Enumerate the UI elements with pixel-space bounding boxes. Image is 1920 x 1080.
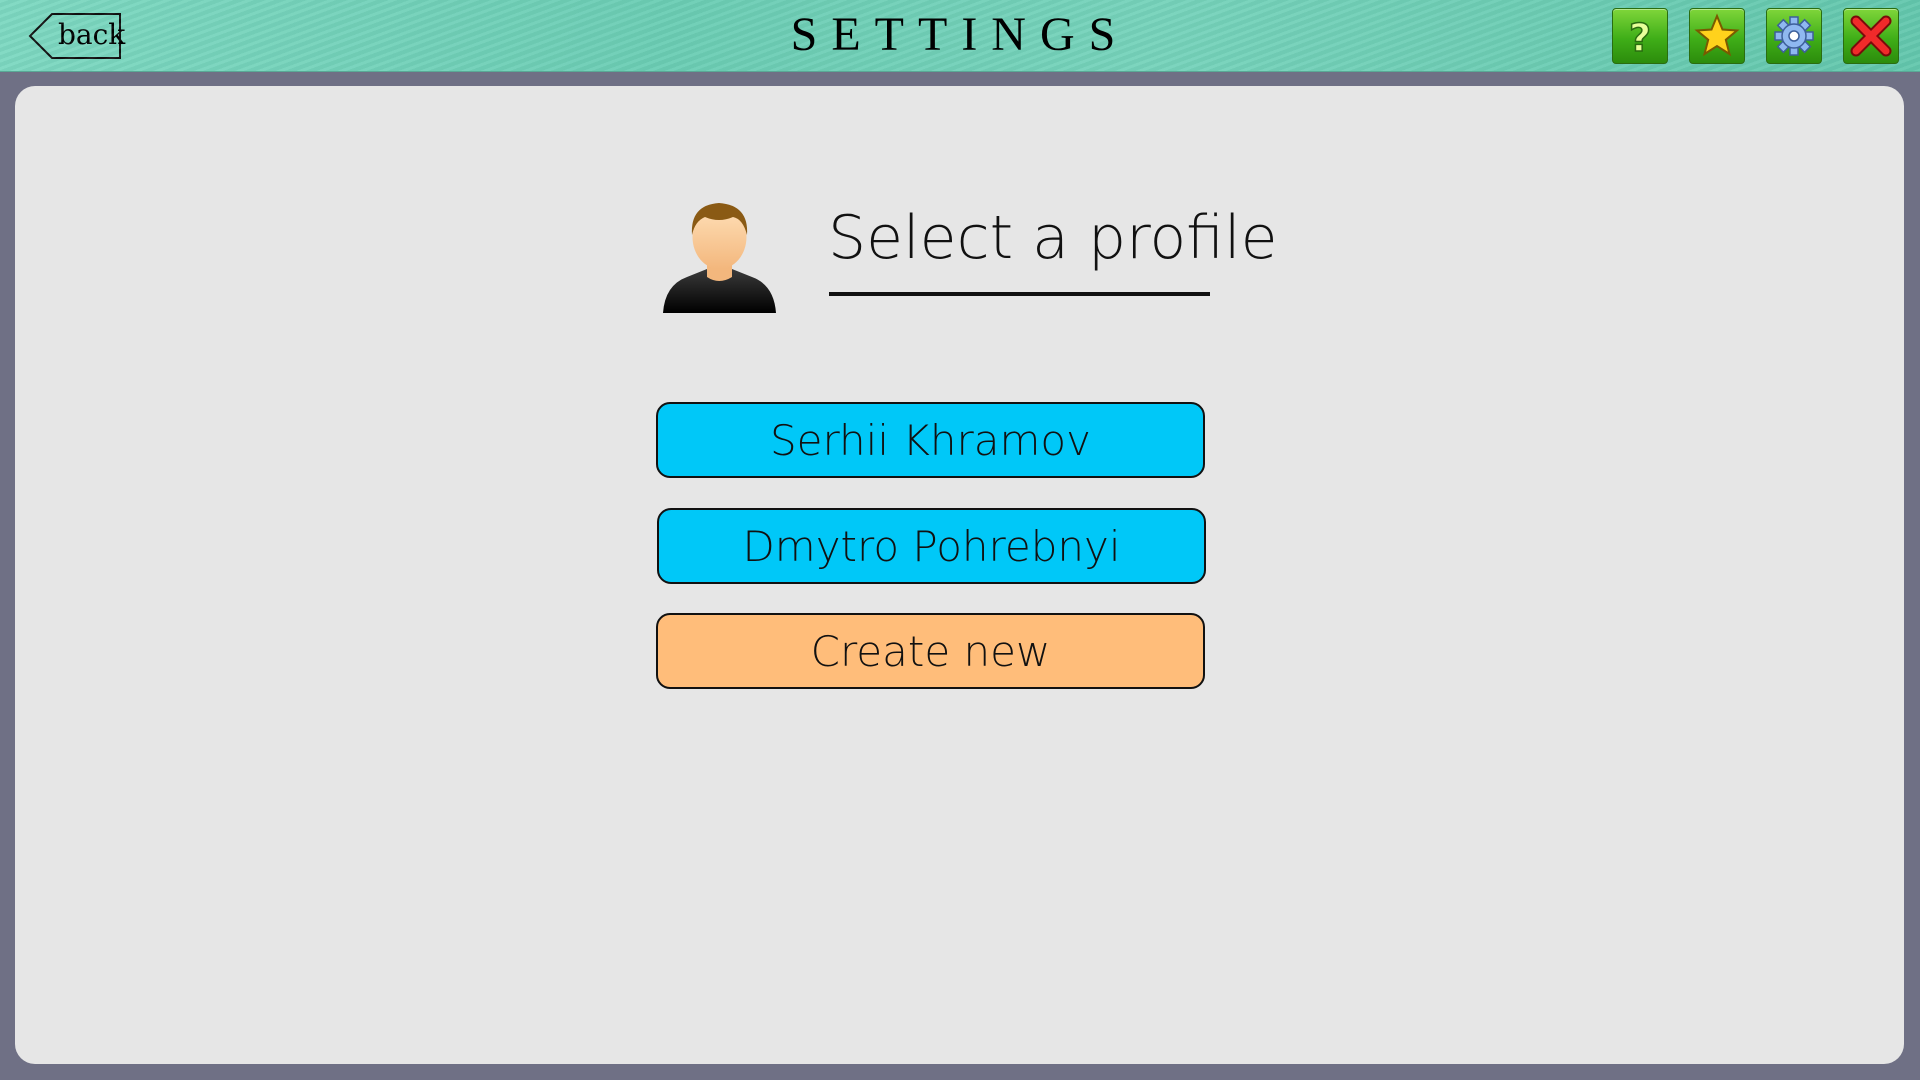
back-button[interactable]: back (28, 12, 126, 60)
question-icon: ? (1628, 15, 1652, 61)
close-icon (1850, 15, 1892, 57)
back-label: back (58, 18, 126, 51)
settings-button[interactable] (1766, 8, 1822, 64)
star-icon (1694, 13, 1740, 57)
close-button[interactable] (1843, 8, 1899, 64)
favorites-button[interactable] (1689, 8, 1745, 64)
profile-button-dmytro[interactable]: Dmytro Pohrebnyi (657, 508, 1206, 584)
select-profile-heading: Select a profile (828, 203, 1278, 273)
heading-underline (829, 292, 1210, 296)
gear-icon (1774, 16, 1814, 56)
create-new-profile-button[interactable]: Create new (656, 613, 1205, 689)
user-avatar-icon (663, 203, 776, 313)
help-button[interactable]: ? (1612, 8, 1668, 64)
top-bar: back SETTINGS ? (0, 0, 1920, 72)
svg-text:?: ? (1629, 16, 1651, 60)
profile-button-serhii[interactable]: Serhii Khramov (656, 402, 1205, 478)
